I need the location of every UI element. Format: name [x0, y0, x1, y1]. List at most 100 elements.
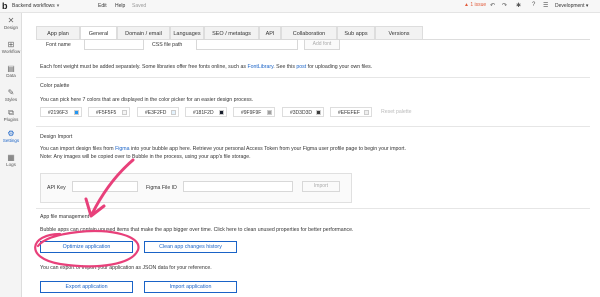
clean-history-button[interactable]: Clean app changes history [144, 241, 237, 253]
design-import-description: You can import design files from Figma i… [40, 146, 406, 152]
sidebar: ✕ Design ⊞ Workflow ▤ Data ✎ Styles ⧉ Plugins… [0, 13, 22, 297]
sidebar-item-plugins[interactable]: ⧉ Plugins [0, 108, 22, 122]
color-chip [219, 110, 224, 115]
description-text: into your bubble app here. Retrieve your… [129, 146, 406, 152]
color-swatch-6[interactable]: #3D3D3D [282, 107, 324, 117]
environment-label: Development [555, 3, 585, 9]
color-chip [171, 110, 176, 115]
database-icon: ▤ [7, 64, 15, 73]
reset-palette-button[interactable]: Reset palette [381, 109, 412, 115]
color-hex: #3D3D3D [290, 110, 312, 116]
sidebar-item-settings[interactable]: ⚙ Settings [0, 129, 22, 143]
tab-domain-email[interactable]: Domain / email [117, 26, 170, 40]
sidebar-item-logs[interactable]: ▦ Logs [0, 153, 22, 167]
color-swatch-1[interactable]: #2196F3 [40, 107, 82, 117]
redo-icon[interactable]: ↷ [502, 2, 507, 9]
sidebar-item-workflow[interactable]: ⊞ Workflow [0, 40, 22, 54]
color-hex: #9F9F9F [241, 110, 262, 116]
divider [36, 208, 590, 209]
font-name-label: Font name [46, 42, 71, 48]
api-key-label: API Key [47, 185, 66, 191]
import-button[interactable]: Import [302, 181, 340, 192]
post-link[interactable]: post [296, 64, 306, 70]
tab-api[interactable]: API [259, 26, 281, 40]
palette-title: Color palette [40, 83, 70, 89]
page-selector[interactable]: Backend workflows ▾ [12, 3, 59, 9]
font-note-text: . See this [273, 64, 297, 70]
issue-indicator[interactable]: ▲ 1 issue [464, 2, 486, 8]
color-swatch-7[interactable]: #EFEFEF [330, 107, 372, 117]
undo-icon[interactable]: ↶ [490, 2, 495, 9]
color-swatch-3[interactable]: #E3F2FD [137, 107, 179, 117]
sidebar-item-styles[interactable]: ✎ Styles [0, 88, 22, 102]
save-status: Saved [132, 3, 147, 9]
sidebar-item-data[interactable]: ▤ Data [0, 64, 22, 78]
font-name-input[interactable] [84, 39, 144, 50]
plugin-icon: ⧉ [8, 108, 14, 117]
color-chip [122, 110, 127, 115]
file-management-description: Bubble apps can contain unused items tha… [40, 227, 354, 233]
tab-seo-metatags[interactable]: SEO / metatags [204, 26, 259, 40]
file-management-title: App file management [40, 214, 90, 220]
sidebar-item-label: Logs [6, 162, 16, 167]
sidebar-item-label: Settings [2, 138, 20, 143]
tab-app-plan[interactable]: App plan [36, 26, 80, 40]
figma-file-label: Figma File ID [146, 185, 177, 191]
palette-description: You can pick here 7 colors that are disp… [40, 97, 254, 103]
sidebar-item-design[interactable]: ✕ Design [0, 16, 22, 30]
bug-icon[interactable]: ✱ [516, 2, 521, 9]
top-bar: b Backend workflows ▾ Edit Help Saved ▲ 1… [0, 0, 600, 13]
figma-link[interactable]: Figma [115, 146, 129, 152]
export-description: You can export or import your applicatio… [40, 265, 212, 271]
color-chip [364, 110, 369, 115]
sidebar-item-label: Workflow [1, 49, 21, 54]
color-hex: #F5F5F5 [96, 110, 117, 116]
sidebar-item-label: Plugins [3, 117, 19, 122]
help-icon[interactable]: ? [532, 2, 535, 8]
fontlibrary-link[interactable]: FontLibrary [247, 64, 273, 70]
optimize-application-button[interactable]: Optimize application [40, 241, 133, 253]
tab-general[interactable]: General [80, 26, 117, 40]
design-icon: ✕ [7, 16, 15, 25]
tab-sub-apps[interactable]: Sub apps [337, 26, 375, 40]
color-hex: #E3F2FD [145, 110, 167, 116]
divider [36, 126, 590, 127]
sidebar-item-label: Styles [4, 97, 18, 102]
export-application-button[interactable]: Export application [40, 281, 133, 293]
gear-icon: ⚙ [7, 129, 15, 138]
color-chip [316, 110, 321, 115]
design-import-note: Note: Any images will be copied over to … [40, 154, 251, 160]
font-note-text: for uploading your own files. [306, 64, 373, 70]
menu-edit[interactable]: Edit [98, 3, 107, 9]
page-selector-label: Backend workflows [12, 3, 55, 9]
color-swatch-2[interactable]: #F5F5F5 [88, 107, 130, 117]
color-chip [74, 110, 79, 115]
color-swatch-4[interactable]: #181F2D [185, 107, 227, 117]
issue-count: 1 issue [470, 2, 487, 8]
color-swatch-5[interactable]: #9F9F9F [233, 107, 275, 117]
sidebar-item-label: Design [3, 25, 18, 30]
font-note-text: Each font weight must be added separatel… [40, 64, 248, 70]
bubble-logo[interactable]: b [2, 2, 8, 11]
warning-icon: ▲ [464, 2, 469, 8]
color-hex: #EFEFEF [338, 110, 360, 116]
workflow-icon: ⊞ [7, 40, 15, 49]
tab-languages[interactable]: Languages [170, 26, 204, 40]
tab-collaboration[interactable]: Collaboration [281, 26, 337, 40]
description-text: You can import design files from [40, 146, 116, 152]
notes-icon[interactable]: ☰ [543, 2, 548, 9]
tab-versions[interactable]: Versions [375, 26, 423, 40]
environment-selector[interactable]: Development ▾ [555, 3, 588, 9]
css-path-input[interactable] [196, 39, 298, 50]
chevron-down-icon: ▾ [56, 3, 60, 9]
api-key-input[interactable] [72, 181, 138, 192]
figma-file-input[interactable] [183, 181, 293, 192]
import-application-button[interactable]: Import application [144, 281, 237, 293]
color-chip [267, 110, 272, 115]
color-hex: #181F2D [193, 110, 214, 116]
css-path-label: CSS file path [152, 42, 183, 48]
divider [36, 77, 590, 78]
font-note: Each font weight must be added separatel… [40, 64, 372, 70]
menu-help[interactable]: Help [115, 3, 125, 9]
add-font-button[interactable]: Add font [304, 39, 340, 50]
